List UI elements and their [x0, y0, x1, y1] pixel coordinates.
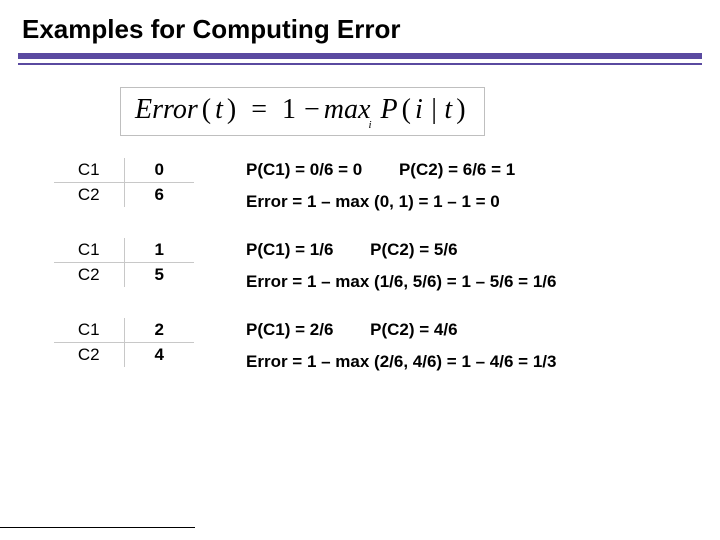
- class-label: C1: [54, 238, 124, 263]
- table-row: C1 2: [54, 318, 194, 343]
- formula-arg: t: [215, 94, 223, 125]
- pc2-text: P(C2) = 5/6: [370, 240, 457, 259]
- error-line: Error = 1 – max (1/6, 5/6) = 1 – 5/6 = 1…: [246, 272, 556, 292]
- error-line: Error = 1 – max (0, 1) = 1 – 1 = 0: [246, 192, 515, 212]
- pc1-text: P(C1) = 0/6 = 0: [246, 160, 362, 179]
- example-block: C1 1 C2 5 P(C1) = 1/6 P(C2) = 5/6 Error …: [54, 238, 720, 292]
- example-block: C1 2 C2 4 P(C1) = 2/6 P(C2) = 4/6 Error …: [54, 318, 720, 372]
- pc1-text: P(C1) = 2/6: [246, 320, 333, 339]
- table-row: C2 6: [54, 183, 194, 208]
- class-label: C2: [54, 263, 124, 288]
- table-row: C1 0: [54, 158, 194, 183]
- calc-lines: P(C1) = 2/6 P(C2) = 4/6 Error = 1 – max …: [246, 318, 556, 372]
- table-row: C2 4: [54, 343, 194, 368]
- class-table: C1 2 C2 4: [54, 318, 194, 367]
- class-label: C1: [54, 318, 124, 343]
- class-label: C1: [54, 158, 124, 183]
- formula-eq: =: [247, 94, 271, 125]
- calc-lines: P(C1) = 0/6 = 0 P(C2) = 6/6 = 1 Error = …: [246, 158, 515, 212]
- error-formula: Error(t) = 1−maxi P(i | t): [135, 94, 470, 125]
- table-row: C2 5: [54, 263, 194, 288]
- class-table: C1 1 C2 5: [54, 238, 194, 287]
- formula-sub: i: [368, 119, 371, 131]
- formula-one: 1: [278, 94, 300, 125]
- class-value: 1: [124, 238, 194, 263]
- formula-box: Error(t) = 1−maxi P(i | t): [120, 87, 485, 136]
- class-value: 4: [124, 343, 194, 368]
- pc1-text: P(C1) = 1/6: [246, 240, 333, 259]
- pc2-text: P(C2) = 6/6 = 1: [399, 160, 515, 179]
- prob-line: P(C1) = 1/6 P(C2) = 5/6: [246, 240, 556, 260]
- class-label: C2: [54, 183, 124, 208]
- class-table: C1 0 C2 6: [54, 158, 194, 207]
- formula-cond: i | t: [415, 94, 452, 125]
- class-value: 0: [124, 158, 194, 183]
- class-value: 2: [124, 318, 194, 343]
- example-block: C1 0 C2 6 P(C1) = 0/6 = 0 P(C2) = 6/6 = …: [54, 158, 720, 212]
- page-title: Examples for Computing Error: [0, 0, 720, 53]
- class-value: 5: [124, 263, 194, 288]
- calc-lines: P(C1) = 1/6 P(C2) = 5/6 Error = 1 – max …: [246, 238, 556, 292]
- title-rule: [18, 53, 702, 65]
- prob-line: P(C1) = 0/6 = 0 P(C2) = 6/6 = 1: [246, 160, 515, 180]
- formula-p: P: [381, 94, 398, 125]
- formula-minus: −: [300, 94, 324, 125]
- formula-max: max: [324, 94, 371, 125]
- class-label: C2: [54, 343, 124, 368]
- formula-lhs: Error: [135, 94, 198, 125]
- pc2-text: P(C2) = 4/6: [370, 320, 457, 339]
- table-row: C1 1: [54, 238, 194, 263]
- footer-rule: [0, 527, 195, 528]
- error-line: Error = 1 – max (2/6, 4/6) = 1 – 4/6 = 1…: [246, 352, 556, 372]
- prob-line: P(C1) = 2/6 P(C2) = 4/6: [246, 320, 556, 340]
- class-value: 6: [124, 183, 194, 208]
